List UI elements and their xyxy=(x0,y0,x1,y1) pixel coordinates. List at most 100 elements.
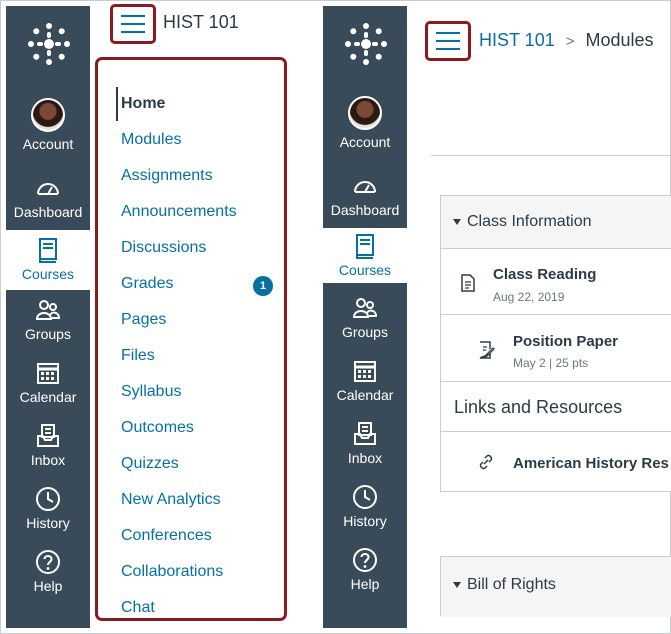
course-title: HIST 101 xyxy=(163,12,239,32)
global-nav-courses[interactable]: Courses xyxy=(6,230,90,290)
course-nav-collaborations[interactable]: Collaborations xyxy=(121,562,223,582)
global-nav-history[interactable]: History xyxy=(6,485,90,531)
global-nav-dashboard[interactable]: Dashboard xyxy=(6,174,90,220)
hamburger-icon xyxy=(436,32,460,50)
course-nav-files[interactable]: Files xyxy=(121,346,155,366)
course-nav-modules[interactable]: Modules xyxy=(121,130,181,150)
module-item-meta: May 2 | 25 pts xyxy=(513,356,589,370)
breadcrumb-current-page: Modules xyxy=(585,30,654,50)
course-navigation: Home Modules Assignments Announcements D… xyxy=(95,57,287,621)
module-subheader: Links and Resources xyxy=(454,397,623,417)
nav-label: Help xyxy=(33,578,63,594)
history-icon xyxy=(36,487,60,511)
module-title: Bill of Rights xyxy=(467,576,556,593)
course-nav-syllabus[interactable]: Syllabus xyxy=(121,382,181,402)
canvas-logo-icon[interactable] xyxy=(27,22,71,66)
caret-down-icon xyxy=(453,582,461,588)
global-nav-calendar[interactable]: Calendar xyxy=(323,357,407,403)
nav-label: Courses xyxy=(338,262,392,278)
breadcrumb-separator: > xyxy=(565,33,575,50)
course-nav-discussions[interactable]: Discussions xyxy=(121,238,206,258)
nav-label: History xyxy=(26,515,70,531)
avatar xyxy=(31,98,65,132)
course-nav-assignments[interactable]: Assignments xyxy=(121,166,213,186)
course-nav-chat[interactable]: Chat xyxy=(121,598,155,618)
global-nav-account[interactable]: Account xyxy=(323,96,407,150)
history-icon xyxy=(353,485,377,509)
global-nav-dashboard[interactable]: Dashboard xyxy=(323,172,407,218)
global-nav-groups[interactable]: Groups xyxy=(323,294,407,340)
nav-label: Inbox xyxy=(30,452,66,468)
course-nav-outcomes[interactable]: Outcomes xyxy=(121,418,194,438)
hamburger-icon xyxy=(121,15,145,33)
global-nav-right: Account Dashboard Courses Groups Calenda… xyxy=(323,6,407,628)
nav-label: Calendar xyxy=(336,387,394,403)
global-nav-left: Account Dashboard Courses Groups Calenda… xyxy=(6,6,90,628)
courses-icon xyxy=(356,234,374,259)
caret-down-icon xyxy=(453,219,461,225)
course-nav-pages[interactable]: Pages xyxy=(121,310,166,330)
help-icon xyxy=(36,550,60,574)
module-class-information: Class Information Class Reading Aug 22, … xyxy=(440,195,671,492)
course-menu-toggle-button[interactable] xyxy=(425,21,471,61)
course-nav-grades[interactable]: Grades xyxy=(121,274,173,294)
header-divider xyxy=(431,155,671,156)
link-icon xyxy=(479,454,493,470)
calendar-icon xyxy=(37,363,59,384)
module-item-title[interactable]: American History Res xyxy=(513,455,669,472)
groups-icon xyxy=(352,298,378,318)
dashboard-icon xyxy=(354,181,376,193)
module-item[interactable]: American History Res xyxy=(441,433,671,491)
nav-label: Groups xyxy=(25,326,71,342)
groups-icon xyxy=(35,300,61,320)
nav-label: Calendar xyxy=(19,389,77,405)
nav-label: Courses xyxy=(21,266,75,282)
dashboard-icon xyxy=(37,183,59,195)
global-nav-help[interactable]: Help xyxy=(323,546,407,592)
course-nav-new-analytics[interactable]: New Analytics xyxy=(121,490,221,510)
calendar-icon xyxy=(354,361,376,382)
course-menu-toggle-button[interactable] xyxy=(110,4,156,44)
canvas-logo-icon[interactable] xyxy=(344,22,388,66)
active-indicator xyxy=(116,87,118,121)
global-nav-courses[interactable]: Courses xyxy=(323,228,407,283)
help-icon xyxy=(353,548,377,572)
course-nav-home[interactable]: Home xyxy=(121,94,165,114)
nav-label: Account xyxy=(339,134,391,150)
nav-label: Account xyxy=(22,136,74,152)
global-nav-inbox[interactable]: Inbox xyxy=(323,420,407,466)
global-nav-groups[interactable]: Groups xyxy=(6,296,90,342)
module-item-meta: Aug 22, 2019 xyxy=(493,290,565,304)
nav-label: Dashboard xyxy=(13,204,83,220)
module-item-title[interactable]: Class Reading xyxy=(493,266,596,283)
inbox-icon xyxy=(354,422,376,445)
global-nav-account[interactable]: Account xyxy=(6,98,90,152)
document-icon xyxy=(461,274,475,292)
module-item[interactable]: Class Reading Aug 22, 2019 xyxy=(441,250,671,315)
nav-label: History xyxy=(343,513,387,529)
nav-label: Dashboard xyxy=(330,202,400,218)
assignment-icon xyxy=(479,341,495,359)
global-nav-calendar[interactable]: Calendar xyxy=(6,359,90,405)
grades-count-badge: 1 xyxy=(253,276,273,296)
module-bill-of-rights: Bill of Rights xyxy=(440,556,671,617)
module-title: Class Information xyxy=(467,213,592,230)
course-nav-quizzes[interactable]: Quizzes xyxy=(121,454,179,474)
module-item-title[interactable]: Position Paper xyxy=(513,333,618,350)
course-nav-conferences[interactable]: Conferences xyxy=(121,526,212,546)
global-nav-history[interactable]: History xyxy=(323,483,407,529)
nav-label: Help xyxy=(350,576,380,592)
avatar xyxy=(348,96,382,130)
module-header[interactable]: Bill of Rights xyxy=(441,557,671,617)
inbox-icon xyxy=(37,424,59,447)
breadcrumb-course-link[interactable]: HIST 101 xyxy=(479,30,555,50)
breadcrumb: HIST 101 > Modules xyxy=(479,30,654,51)
nav-label: Inbox xyxy=(347,450,383,466)
module-subheader-row: Links and Resources xyxy=(441,383,671,432)
course-nav-announcements[interactable]: Announcements xyxy=(121,202,237,222)
global-nav-help[interactable]: Help xyxy=(6,548,90,594)
global-nav-inbox[interactable]: Inbox xyxy=(6,422,90,468)
module-item[interactable]: Position Paper May 2 | 25 pts xyxy=(441,316,671,382)
courses-icon xyxy=(39,238,57,263)
module-header[interactable]: Class Information xyxy=(441,196,671,249)
